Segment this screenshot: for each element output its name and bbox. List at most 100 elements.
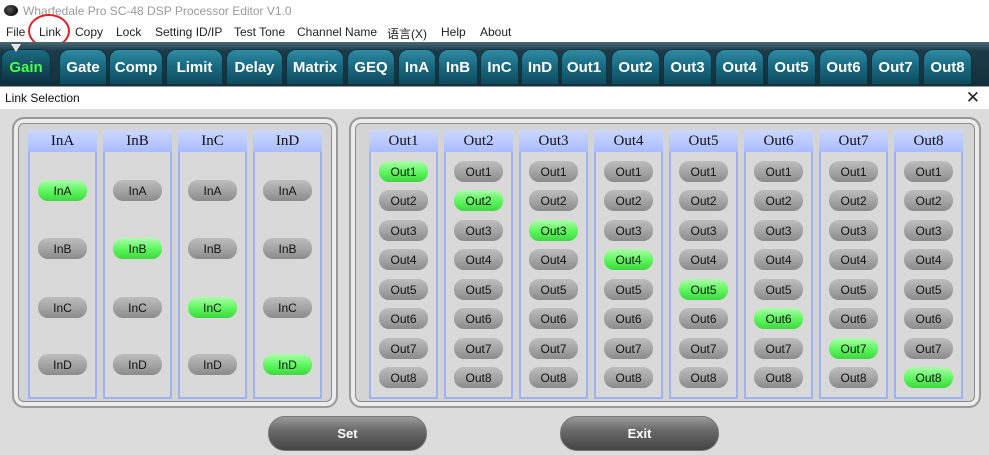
tab-gate[interactable]: Gate bbox=[59, 49, 107, 84]
link-toggle-inb-ind[interactable]: InD bbox=[113, 354, 162, 375]
link-toggle-out6-out7[interactable]: Out7 bbox=[754, 338, 803, 359]
link-toggle-out4-out3[interactable]: Out3 bbox=[604, 220, 653, 241]
set-button[interactable]: Set bbox=[268, 416, 427, 451]
link-toggle-out3-out2[interactable]: Out2 bbox=[529, 190, 578, 211]
link-toggle-out3-out6[interactable]: Out6 bbox=[529, 308, 578, 329]
link-toggle-out5-out4[interactable]: Out4 bbox=[679, 249, 728, 270]
link-toggle-out1-out3[interactable]: Out3 bbox=[379, 220, 428, 241]
tab-out2[interactable]: Out2 bbox=[611, 49, 660, 84]
tab-delay[interactable]: Delay bbox=[226, 49, 283, 84]
link-toggle-out3-out8[interactable]: Out8 bbox=[529, 367, 578, 388]
link-toggle-out1-out2[interactable]: Out2 bbox=[379, 190, 428, 211]
menu-channel-name[interactable]: Channel Name bbox=[297, 25, 377, 39]
link-toggle-inc-ind[interactable]: InD bbox=[188, 354, 237, 375]
link-toggle-out6-out3[interactable]: Out3 bbox=[754, 220, 803, 241]
menu-lock[interactable]: Lock bbox=[116, 25, 141, 39]
link-toggle-out4-out5[interactable]: Out5 bbox=[604, 279, 653, 300]
link-toggle-out8-out8[interactable]: Out8 bbox=[904, 367, 953, 388]
link-toggle-out1-out1[interactable]: Out1 bbox=[379, 161, 428, 182]
link-toggle-out5-out1[interactable]: Out1 bbox=[679, 161, 728, 182]
menu-setting-id-ip[interactable]: Setting ID/IP bbox=[155, 25, 222, 39]
link-toggle-out4-out8[interactable]: Out8 bbox=[604, 367, 653, 388]
link-toggle-inb-ina[interactable]: InA bbox=[113, 180, 162, 201]
link-toggle-out3-out5[interactable]: Out5 bbox=[529, 279, 578, 300]
tab-out4[interactable]: Out4 bbox=[715, 49, 764, 84]
link-toggle-out7-out8[interactable]: Out8 bbox=[829, 367, 878, 388]
menu-copy[interactable]: Copy bbox=[75, 25, 103, 39]
link-toggle-ina-ind[interactable]: InD bbox=[38, 354, 87, 375]
close-icon[interactable]: ✕ bbox=[966, 88, 980, 108]
link-toggle-out7-out1[interactable]: Out1 bbox=[829, 161, 878, 182]
link-toggle-out1-out5[interactable]: Out5 bbox=[379, 279, 428, 300]
tab-geq[interactable]: GEQ bbox=[347, 49, 395, 84]
link-toggle-out2-out3[interactable]: Out3 bbox=[454, 220, 503, 241]
link-toggle-out7-out4[interactable]: Out4 bbox=[829, 249, 878, 270]
tab-ind[interactable]: InD bbox=[521, 49, 559, 84]
link-toggle-inb-inc[interactable]: InC bbox=[113, 297, 162, 318]
link-toggle-out2-out8[interactable]: Out8 bbox=[454, 367, 503, 388]
link-toggle-inb-inb[interactable]: InB bbox=[113, 238, 162, 259]
link-toggle-out8-out5[interactable]: Out5 bbox=[904, 279, 953, 300]
link-toggle-out1-out7[interactable]: Out7 bbox=[379, 338, 428, 359]
link-toggle-out2-out4[interactable]: Out4 bbox=[454, 249, 503, 270]
link-toggle-out6-out5[interactable]: Out5 bbox=[754, 279, 803, 300]
exit-button[interactable]: Exit bbox=[560, 416, 719, 451]
link-toggle-out8-out1[interactable]: Out1 bbox=[904, 161, 953, 182]
tab-out6[interactable]: Out6 bbox=[819, 49, 868, 84]
link-toggle-out7-out5[interactable]: Out5 bbox=[829, 279, 878, 300]
menu-about[interactable]: About bbox=[480, 25, 511, 39]
tab-limit[interactable]: Limit bbox=[166, 49, 223, 84]
link-toggle-out5-out5[interactable]: Out5 bbox=[679, 279, 728, 300]
link-toggle-out4-out1[interactable]: Out1 bbox=[604, 161, 653, 182]
link-toggle-ina-inb[interactable]: InB bbox=[38, 238, 87, 259]
link-toggle-out4-out7[interactable]: Out7 bbox=[604, 338, 653, 359]
link-toggle-out2-out1[interactable]: Out1 bbox=[454, 161, 503, 182]
link-toggle-ind-ind[interactable]: InD bbox=[263, 354, 312, 375]
link-toggle-out1-out8[interactable]: Out8 bbox=[379, 367, 428, 388]
link-toggle-out5-out2[interactable]: Out2 bbox=[679, 190, 728, 211]
link-toggle-out2-out6[interactable]: Out6 bbox=[454, 308, 503, 329]
link-toggle-out7-out6[interactable]: Out6 bbox=[829, 308, 878, 329]
link-toggle-out6-out2[interactable]: Out2 bbox=[754, 190, 803, 211]
link-toggle-ina-ina[interactable]: InA bbox=[38, 180, 87, 201]
tab-comp[interactable]: Comp bbox=[109, 49, 163, 84]
tab-out5[interactable]: Out5 bbox=[767, 49, 816, 84]
tab-out8[interactable]: Out8 bbox=[923, 49, 972, 84]
tab-inb[interactable]: InB bbox=[438, 49, 478, 84]
link-toggle-out7-out2[interactable]: Out2 bbox=[829, 190, 878, 211]
link-toggle-ind-inc[interactable]: InC bbox=[263, 297, 312, 318]
tab-matrix[interactable]: Matrix bbox=[286, 49, 344, 84]
link-toggle-out5-out8[interactable]: Out8 bbox=[679, 367, 728, 388]
tab-inc[interactable]: InC bbox=[480, 49, 519, 84]
link-toggle-out6-out4[interactable]: Out4 bbox=[754, 249, 803, 270]
link-toggle-out2-out5[interactable]: Out5 bbox=[454, 279, 503, 300]
link-toggle-out4-out2[interactable]: Out2 bbox=[604, 190, 653, 211]
tab-out7[interactable]: Out7 bbox=[871, 49, 920, 84]
menu-test-tone[interactable]: Test Tone bbox=[234, 25, 285, 39]
tab-gain[interactable]: Gain bbox=[1, 49, 51, 84]
tab-ina[interactable]: InA bbox=[398, 49, 436, 84]
link-toggle-out1-out4[interactable]: Out4 bbox=[379, 249, 428, 270]
link-toggle-out2-out2[interactable]: Out2 bbox=[454, 190, 503, 211]
menu-file[interactable]: File bbox=[6, 25, 25, 39]
link-toggle-out6-out8[interactable]: Out8 bbox=[754, 367, 803, 388]
link-toggle-out6-out1[interactable]: Out1 bbox=[754, 161, 803, 182]
link-toggle-out3-out1[interactable]: Out1 bbox=[529, 161, 578, 182]
link-toggle-out3-out4[interactable]: Out4 bbox=[529, 249, 578, 270]
link-toggle-inc-inc[interactable]: InC bbox=[188, 297, 237, 318]
link-toggle-inc-ina[interactable]: InA bbox=[188, 180, 237, 201]
link-toggle-out4-out4[interactable]: Out4 bbox=[604, 249, 653, 270]
link-toggle-out8-out3[interactable]: Out3 bbox=[904, 220, 953, 241]
link-toggle-out8-out6[interactable]: Out6 bbox=[904, 308, 953, 329]
link-toggle-out8-out7[interactable]: Out7 bbox=[904, 338, 953, 359]
link-toggle-ina-inc[interactable]: InC bbox=[38, 297, 87, 318]
link-toggle-out7-out7[interactable]: Out7 bbox=[829, 338, 878, 359]
link-toggle-out7-out3[interactable]: Out3 bbox=[829, 220, 878, 241]
menu-help[interactable]: Help bbox=[441, 25, 466, 39]
link-toggle-out3-out3[interactable]: Out3 bbox=[529, 220, 578, 241]
link-toggle-out3-out7[interactable]: Out7 bbox=[529, 338, 578, 359]
tab-out3[interactable]: Out3 bbox=[663, 49, 712, 84]
link-toggle-out8-out4[interactable]: Out4 bbox=[904, 249, 953, 270]
link-toggle-out5-out6[interactable]: Out6 bbox=[679, 308, 728, 329]
link-toggle-out5-out3[interactable]: Out3 bbox=[679, 220, 728, 241]
